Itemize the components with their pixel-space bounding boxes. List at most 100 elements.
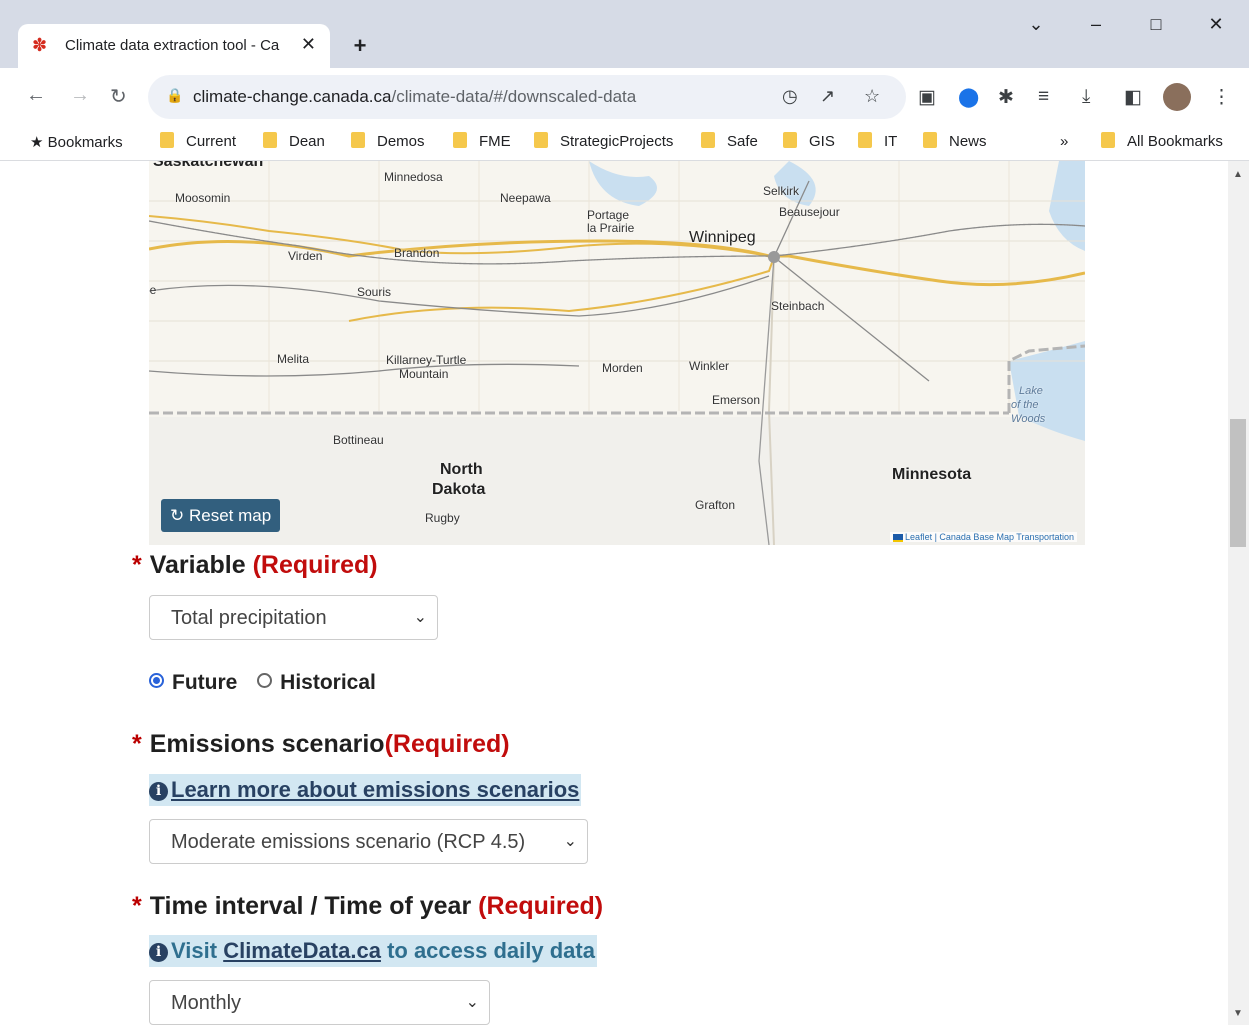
maple-leaf-icon: ✽ (32, 35, 48, 55)
future-radio[interactable]: Future (149, 671, 237, 694)
map-label-rugby: Rugby (425, 511, 460, 525)
folder-icon (783, 132, 797, 149)
variable-label-text: Variable (149, 551, 246, 579)
time-interval-label: * Time interval / Time of year (Required) (132, 892, 603, 921)
historical-label[interactable]: Historical (280, 671, 376, 694)
map-label-edge: le (149, 283, 157, 297)
future-label[interactable]: Future (172, 671, 237, 694)
new-tab-button[interactable]: + (344, 30, 376, 62)
bookmark-folder-current[interactable]: Current (160, 132, 237, 150)
bookmark-folder-fme[interactable]: FME (453, 132, 511, 150)
bookmark-star-icon[interactable]: ☆ (864, 86, 880, 107)
star-icon: ★ (30, 134, 44, 151)
required-star: * (132, 892, 142, 920)
reload-icon[interactable]: ↻ (110, 84, 127, 109)
tab-search-icon[interactable]: ⌄ (1014, 14, 1058, 35)
browser-tab[interactable]: ✽ Climate data extraction tool - Ca ✕ (18, 24, 330, 68)
emissions-info-link[interactable]: i Learn more about emissions scenarios (149, 774, 582, 806)
bookmark-folder-strategicprojects[interactable]: StrategicProjects (534, 132, 673, 150)
map-label-dakota: Dakota (432, 481, 486, 498)
bookmark-folder-news[interactable]: News (923, 132, 987, 150)
map-label-grafton: Grafton (695, 498, 736, 512)
map-label-souris: Souris (357, 285, 392, 299)
bookmark-folder-it[interactable]: IT (858, 132, 897, 150)
download-icon[interactable]: ⤓ (1082, 86, 1090, 108)
reset-map-label: Reset map (188, 506, 272, 525)
attribution-text: Leaflet | Canada Base Map Transportation (905, 532, 1074, 542)
map-label-of-the: of the (1011, 399, 1039, 411)
tab-strip: ✽ Climate data extraction tool - Ca ✕ + … (0, 0, 1249, 68)
map-label-moosomin: Moosomin (175, 191, 231, 205)
required-text: (Required) (384, 730, 510, 758)
bookmark-label: Safe (727, 133, 758, 150)
bookmarks-button[interactable]: ★ Bookmarks (30, 133, 123, 151)
info-icon: i (149, 782, 168, 801)
maximize-button[interactable]: □ (1134, 14, 1178, 35)
tab-title: Climate data extraction tool - Ca (65, 37, 280, 54)
radio-unchecked-icon[interactable] (257, 673, 273, 688)
bookmark-label: Demos (377, 133, 425, 150)
time-interval-select[interactable]: Monthly ⌄ (149, 980, 490, 1025)
emissions-select[interactable]: Moderate emissions scenario (RCP 4.5) ⌄ (149, 819, 588, 864)
share-icon[interactable]: ↗ (820, 86, 835, 107)
emissions-label: * Emissions scenario(Required) (132, 730, 510, 759)
bookmark-folder-dean[interactable]: Dean (263, 132, 325, 150)
bookmark-folder-demos[interactable]: Demos (351, 132, 425, 150)
folder-icon (453, 132, 467, 149)
page-content: Saskatchewan Moosomin Minnedosa Neepawa … (0, 161, 1228, 1025)
side-panel-icon[interactable]: ◧ (1124, 86, 1142, 109)
map-label-emerson: Emerson (712, 393, 761, 407)
reset-map-button[interactable]: ↻ Reset map (161, 499, 281, 532)
map-attribution[interactable]: Leaflet | Canada Base Map Transportation (890, 532, 1077, 542)
page-scrollbar[interactable]: ▲ ▼ (1228, 161, 1249, 1025)
reading-list-icon[interactable]: ≡ (1038, 86, 1049, 108)
folder-icon (1101, 132, 1115, 149)
bookmark-label: Current (186, 133, 237, 150)
scroll-up-icon[interactable]: ▲ (1233, 169, 1243, 180)
folder-icon (263, 132, 277, 149)
emissions-label-text: Emissions scenario (149, 730, 385, 758)
password-manager-icon[interactable]: ⬤ (958, 86, 979, 109)
map-label-neepawa: Neepawa (500, 191, 551, 205)
map-label-bottineau: Bottineau (333, 433, 384, 447)
all-bookmarks-button[interactable]: All Bookmarks (1101, 132, 1223, 150)
bookmark-folder-safe[interactable]: Safe (701, 132, 758, 150)
map-label-melita: Melita (277, 352, 310, 366)
close-tab-icon[interactable]: ✕ (301, 34, 316, 55)
bookmark-folder-gis[interactable]: GIS (783, 132, 835, 150)
minimize-button[interactable]: – (1074, 14, 1118, 35)
ukraine-flag-icon (893, 533, 904, 542)
lock-icon[interactable]: 🔒 (166, 87, 183, 104)
map-label-killarney: Killarney-Turtle (386, 353, 467, 367)
time-interval-label-text: Time interval / Time of year (149, 892, 472, 920)
profile-avatar[interactable] (1163, 83, 1191, 111)
url-path: /climate-data/#/downscaled-data (391, 87, 637, 106)
map-label-brandon: Brandon (394, 246, 440, 260)
map-view[interactable]: Saskatchewan Moosomin Minnedosa Neepawa … (149, 161, 1085, 545)
close-window-button[interactable]: ✕ (1194, 14, 1238, 35)
scrollbar-thumb[interactable] (1230, 419, 1246, 547)
back-icon[interactable]: ← (26, 84, 46, 107)
url-domain: climate-change.canada.ca (193, 87, 392, 106)
folder-icon (534, 132, 548, 149)
climatedata-link[interactable]: ClimateData.ca (223, 938, 381, 963)
info-prefix: Visit (171, 938, 218, 963)
extension-icon[interactable]: ▣ (918, 86, 936, 109)
emissions-info-link-text[interactable]: Learn more about emissions scenarios (171, 777, 579, 802)
scroll-down-icon[interactable]: ▼ (1233, 1008, 1243, 1019)
variable-select-value: Total precipitation (171, 607, 327, 629)
forward-icon[interactable]: → (70, 84, 90, 107)
performance-icon[interactable]: ◷ (782, 86, 798, 107)
bookmark-label: Bookmarks (47, 134, 123, 151)
bookmark-label: Dean (289, 133, 325, 150)
url-text: climate-change.canada.ca/climate-data/#/… (193, 87, 636, 107)
map-label-minnedosa: Minnedosa (384, 170, 443, 184)
variable-select[interactable]: Total precipitation ⌄ (149, 595, 438, 640)
historical-radio[interactable]: Historical (257, 671, 376, 694)
info-icon: i (149, 943, 168, 962)
radio-checked-icon[interactable] (149, 673, 164, 688)
extensions-puzzle-icon[interactable]: ✱ (998, 86, 1014, 109)
menu-icon[interactable]: ⋮ (1212, 86, 1231, 109)
bookmarks-overflow-button[interactable]: » (1060, 133, 1068, 150)
address-bar[interactable]: 🔒 climate-change.canada.ca/climate-data/… (148, 75, 906, 119)
